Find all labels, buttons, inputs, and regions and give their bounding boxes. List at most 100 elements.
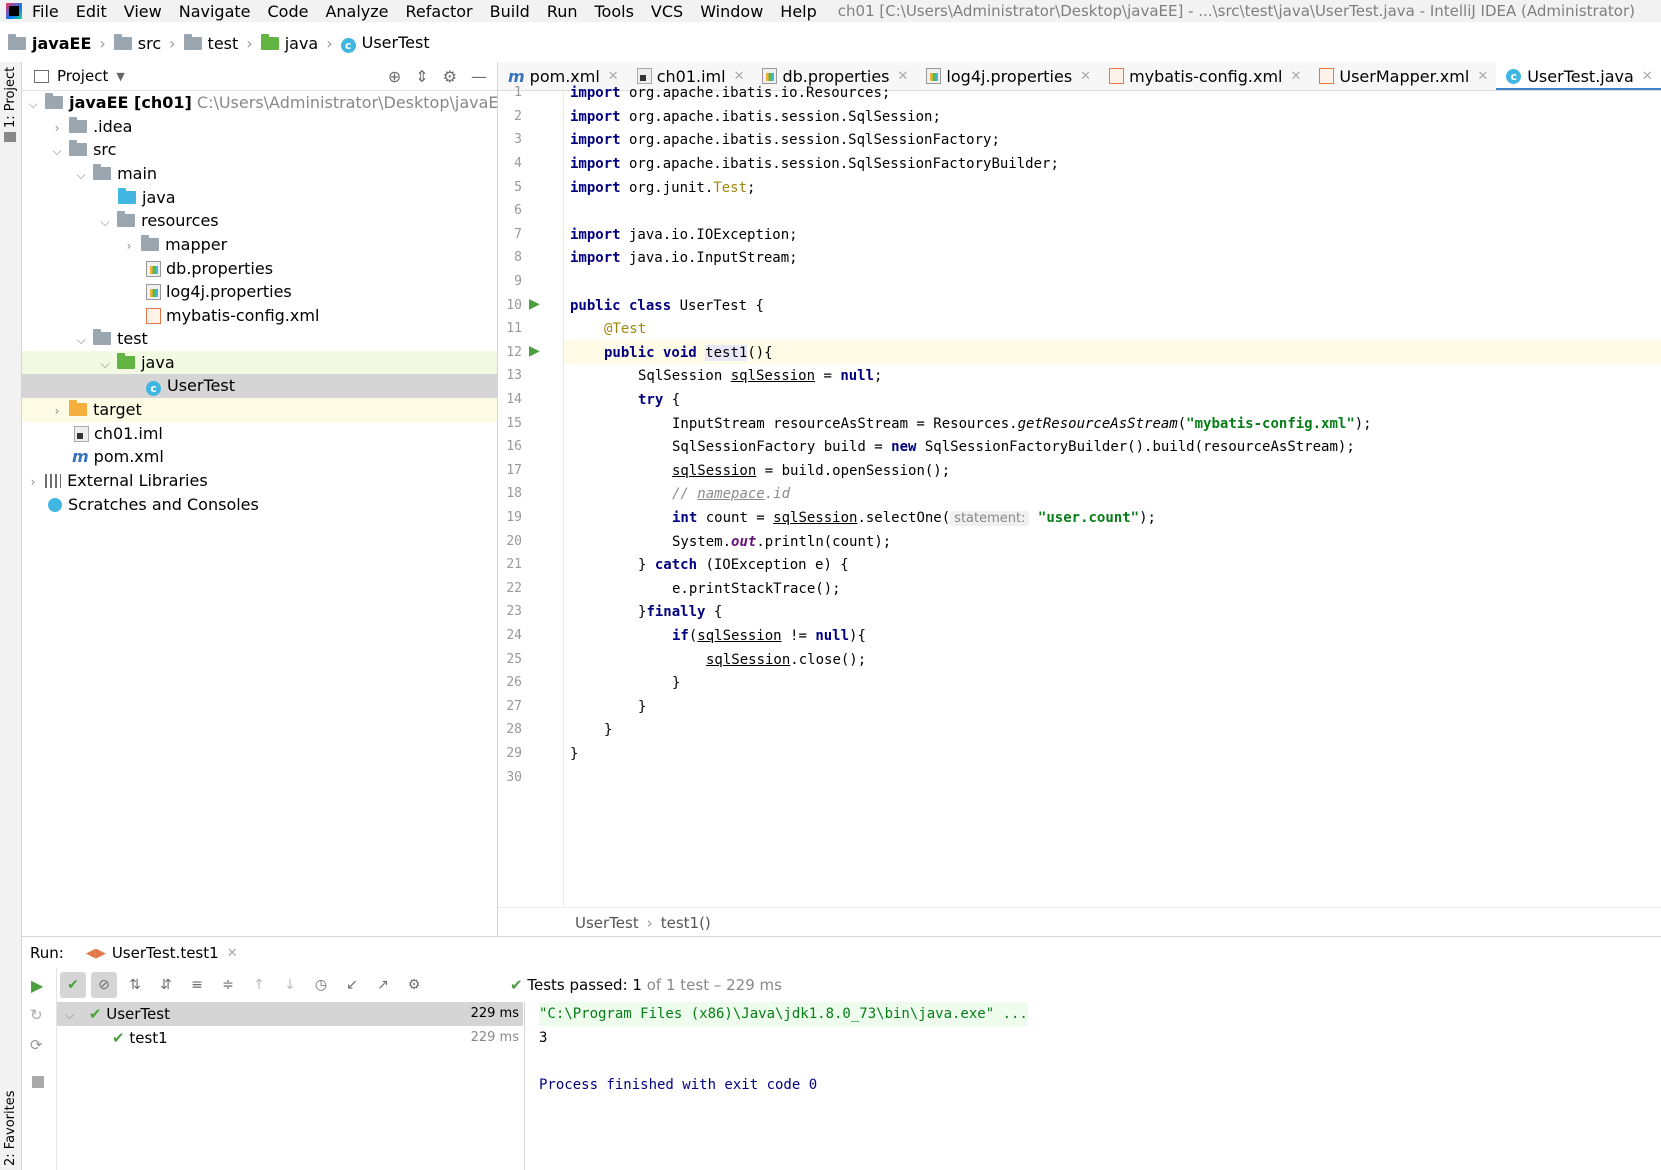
chevron-down-icon[interactable]: ⌵ [74,163,88,187]
history-icon[interactable]: ◷ [308,972,334,998]
crumb-class[interactable]: UserTest [575,914,639,932]
menu-window[interactable]: Window [700,2,763,21]
sort-duration-icon[interactable]: ⇵ [153,972,179,998]
tree-item-mybatis-config[interactable]: mybatis-config.xml [22,304,497,328]
collapse-all-icon[interactable]: ⇕ [415,67,428,86]
crumb-method[interactable]: test1() [661,914,711,932]
project-tool-tab[interactable]: 1: Project [3,67,18,128]
nav-test[interactable]: test [183,33,238,53]
tree-item-idea[interactable]: › .idea [22,115,497,139]
collapse-all-icon[interactable]: ≑ [215,972,241,998]
chevron-down-icon[interactable]: ⌵ [98,210,112,234]
close-icon[interactable]: ✕ [227,946,238,961]
menu-build[interactable]: Build [490,2,530,21]
rerun-failed-icon[interactable]: ↻ [30,1006,43,1024]
menu-view[interactable]: View [124,2,162,21]
menu-analyze[interactable]: Analyze [325,2,388,21]
menu-code[interactable]: Code [268,2,309,21]
tree-item-db-properties[interactable]: db.properties [22,257,497,281]
menu-help[interactable]: Help [780,2,816,21]
close-icon[interactable]: ✕ [898,69,909,84]
tree-item-log4j-properties[interactable]: log4j.properties [22,280,497,304]
chevron-down-icon[interactable]: ⌵ [65,1008,74,1022]
chevron-down-icon[interactable]: ⌵ [74,328,88,352]
expand-all-icon[interactable]: ≡ [184,972,210,998]
menu-run[interactable]: Run [547,2,578,21]
toggle-autotest-icon[interactable]: ⟳ [30,1036,43,1054]
locate-icon[interactable]: ⊕ [388,67,401,86]
chevron-right-icon[interactable]: › [50,116,64,140]
line-number: 16 [506,439,522,454]
tree-item-target[interactable]: › target [22,398,497,422]
show-ignored-icon[interactable]: ⊘ [91,972,117,998]
tree-item-src[interactable]: ⌵ src [22,138,497,162]
line-number: 4 [514,156,522,171]
chevron-down-icon[interactable]: ▼ [116,70,124,83]
chevron-right-icon: › [169,33,176,53]
test-row[interactable]: ✔ test1 229 ms [57,1026,523,1050]
chevron-right-icon: › [99,33,106,53]
nav-src[interactable]: src [113,33,161,53]
favorites-tool-tab[interactable]: 2: Favorites [3,1090,18,1166]
tab-usertest-java[interactable]: c UserTest.java ✕ [1496,62,1661,90]
code-line: }finally { [638,604,723,620]
tree-item-main-java[interactable]: java [22,186,497,210]
chevron-down-icon[interactable]: ⌵ [50,139,64,163]
tree-item-usertest[interactable]: c UserTest [22,374,497,398]
tree-item-resources[interactable]: ⌵ resources [22,209,497,233]
test-row[interactable]: ⌵ ✔ UserTest 229 ms [57,1002,523,1026]
close-icon[interactable]: ✕ [1642,69,1653,84]
check-icon: ✔ [112,1029,125,1047]
menu-file[interactable]: File [32,2,59,21]
run-test-icon[interactable]: ▶ [529,343,540,359]
tree-item-test-java[interactable]: ⌵ java [22,351,497,375]
menu-vcs[interactable]: VCS [651,2,683,21]
hide-icon[interactable]: — [471,67,487,86]
tree-item-test[interactable]: ⌵ test [22,327,497,351]
sort-alpha-icon[interactable]: ⇅ [122,972,148,998]
nav-project[interactable]: javaEE [8,33,91,53]
nav-java[interactable]: java [260,33,318,53]
menu-tools[interactable]: Tools [595,2,634,21]
close-icon[interactable]: ✕ [1080,69,1091,84]
menu-navigate[interactable]: Navigate [179,2,251,21]
close-icon[interactable]: ✕ [1290,69,1301,84]
tree-item-main[interactable]: ⌵ main [22,162,497,186]
code-line: try { [638,392,681,408]
tree-item-ch01-iml[interactable]: ch01.iml [22,422,497,446]
tree-item-mapper[interactable]: › mapper [22,233,497,257]
tab-mybatis-config[interactable]: mybatis-config.xml ✕ [1099,62,1309,90]
run-tab[interactable]: UserTest.test1 [112,944,219,962]
run-class-icon[interactable]: ▶ [529,296,540,312]
chevron-right-icon[interactable]: › [122,234,136,258]
menu-refactor[interactable]: Refactor [406,2,473,21]
project-view-selector[interactable]: Project [57,67,108,85]
line-number: 15 [506,416,522,431]
project-panel-header: Project ▼ ⊕ ⇕ ⚙ — [22,62,497,91]
gear-icon[interactable]: ⚙ [443,67,457,86]
tab-usermapper-xml[interactable]: UserMapper.xml ✕ [1309,62,1496,90]
editor-gutter[interactable]: 1 2 3 4 5 6 7 8 9 10 ▶ 11 12 ▶ 13 14 15 … [498,85,564,906]
tree-item-scratches[interactable]: Scratches and Consoles [22,493,497,517]
gear-icon[interactable]: ⚙ [401,972,427,998]
arrow-down-icon[interactable]: ↓ [277,972,303,998]
chevron-right-icon[interactable]: › [50,399,64,423]
chevron-down-icon[interactable]: ⌵ [98,352,112,376]
import-tests-icon[interactable]: ↙ [339,972,365,998]
arrow-up-icon[interactable]: ↑ [246,972,272,998]
code-editor[interactable]: import org.apache.ibatis.io.Resources; i… [564,85,1661,906]
console-output[interactable]: "C:\Program Files (x86)\Java\jdk1.8.0_73… [524,1002,1661,1170]
tree-item-external-libraries[interactable]: › External Libraries [22,469,497,493]
tree-item-javaee[interactable]: ⌵ javaEE [ch01] C:\Users\Administrator\D… [22,91,509,116]
tab-log4j-properties[interactable]: log4j.properties ✕ [916,62,1099,90]
menu-edit[interactable]: Edit [76,2,107,21]
nav-usertest[interactable]: c UserTest [340,33,430,53]
close-icon[interactable]: ✕ [1477,69,1488,84]
export-tests-icon[interactable]: ↗ [370,972,396,998]
chevron-down-icon[interactable]: ⌵ [26,92,40,116]
tree-item-pom[interactable]: m pom.xml [22,445,497,469]
show-passed-icon[interactable]: ✔ [60,972,86,998]
module-folder-icon [45,93,64,109]
chevron-right-icon[interactable]: › [26,470,40,494]
stop-icon[interactable] [32,1076,44,1088]
